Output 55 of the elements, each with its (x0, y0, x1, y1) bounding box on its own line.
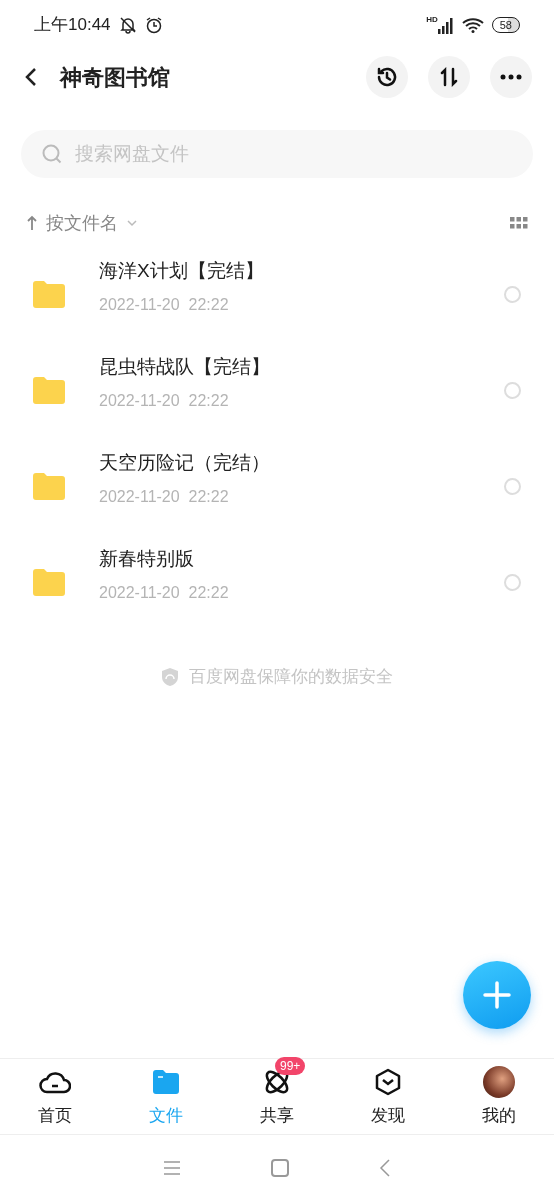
back-nav-icon[interactable] (379, 1158, 391, 1177)
grid-view-icon[interactable] (510, 217, 528, 229)
select-radio[interactable] (504, 381, 521, 399)
folder-icon (33, 472, 65, 500)
nav-tab[interactable]: 首页 (0, 1059, 111, 1134)
count-badge: 99+ (275, 1056, 306, 1075)
shield-icon (161, 666, 179, 687)
folder-name: 海洋X计划【完结】 (99, 258, 264, 283)
select-radio[interactable] (504, 285, 521, 303)
page-title: 神奇图书馆 (60, 63, 170, 92)
folder-name: 昆虫特战队【完结】 (99, 354, 270, 379)
alarm-icon (144, 16, 163, 34)
status-time: 上午10:44 (34, 14, 111, 37)
signal-icon (437, 18, 454, 34)
sort-arrows-icon (439, 67, 459, 87)
search-icon (41, 143, 63, 165)
file-row[interactable]: 新春特别版 2022-11-20 22:22 (0, 534, 554, 630)
network-label: HD (426, 16, 438, 24)
wifi-icon (461, 17, 484, 33)
sort-by-name-dropdown[interactable]: 按文件名 (26, 209, 138, 237)
history-button[interactable] (366, 56, 408, 98)
up-arrow-icon (26, 215, 38, 231)
folder-name: 天空历险记（完结） (99, 450, 270, 475)
bell-off-icon (118, 16, 137, 34)
folder-icon (151, 1068, 182, 1095)
hexagon-icon (373, 1067, 402, 1096)
avatar (482, 1065, 515, 1098)
back-icon[interactable] (24, 67, 38, 87)
file-row[interactable]: 天空历险记（完结） 2022-11-20 22:22 (0, 438, 554, 534)
more-icon (500, 74, 522, 80)
history-icon (375, 65, 399, 89)
nav-tab[interactable]: 我的 (443, 1059, 554, 1134)
battery-indicator: 58 (491, 17, 520, 33)
folder-icon (33, 376, 65, 404)
sort-button[interactable] (428, 56, 470, 98)
nav-tab[interactable]: 99+ 共享 (221, 1059, 333, 1134)
more-button[interactable] (490, 56, 532, 98)
folder-name: 新春特别版 (99, 546, 195, 571)
folder-icon (33, 280, 65, 308)
menu-icon[interactable] (163, 1160, 181, 1175)
chevron-down-icon (126, 219, 138, 227)
file-row[interactable]: 海洋X计划【完结】 2022-11-20 22:22 (0, 246, 554, 342)
select-radio[interactable] (504, 477, 521, 495)
folder-date: 2022-11-20 22:22 (99, 487, 230, 508)
folder-date: 2022-11-20 22:22 (99, 295, 230, 316)
folder-date: 2022-11-20 22:22 (99, 583, 229, 604)
plus-icon (483, 981, 511, 1009)
file-row[interactable]: 昆虫特战队【完结】 2022-11-20 22:22 (0, 342, 554, 438)
security-note: 百度网盘保障你的数据安全 (189, 666, 393, 688)
folder-icon (33, 568, 65, 596)
folder-date: 2022-11-20 22:22 (99, 391, 230, 412)
add-button[interactable] (463, 961, 531, 1029)
nav-tab[interactable]: 发现 (332, 1059, 444, 1134)
select-radio[interactable] (504, 573, 521, 591)
home-square-icon[interactable] (271, 1158, 289, 1177)
